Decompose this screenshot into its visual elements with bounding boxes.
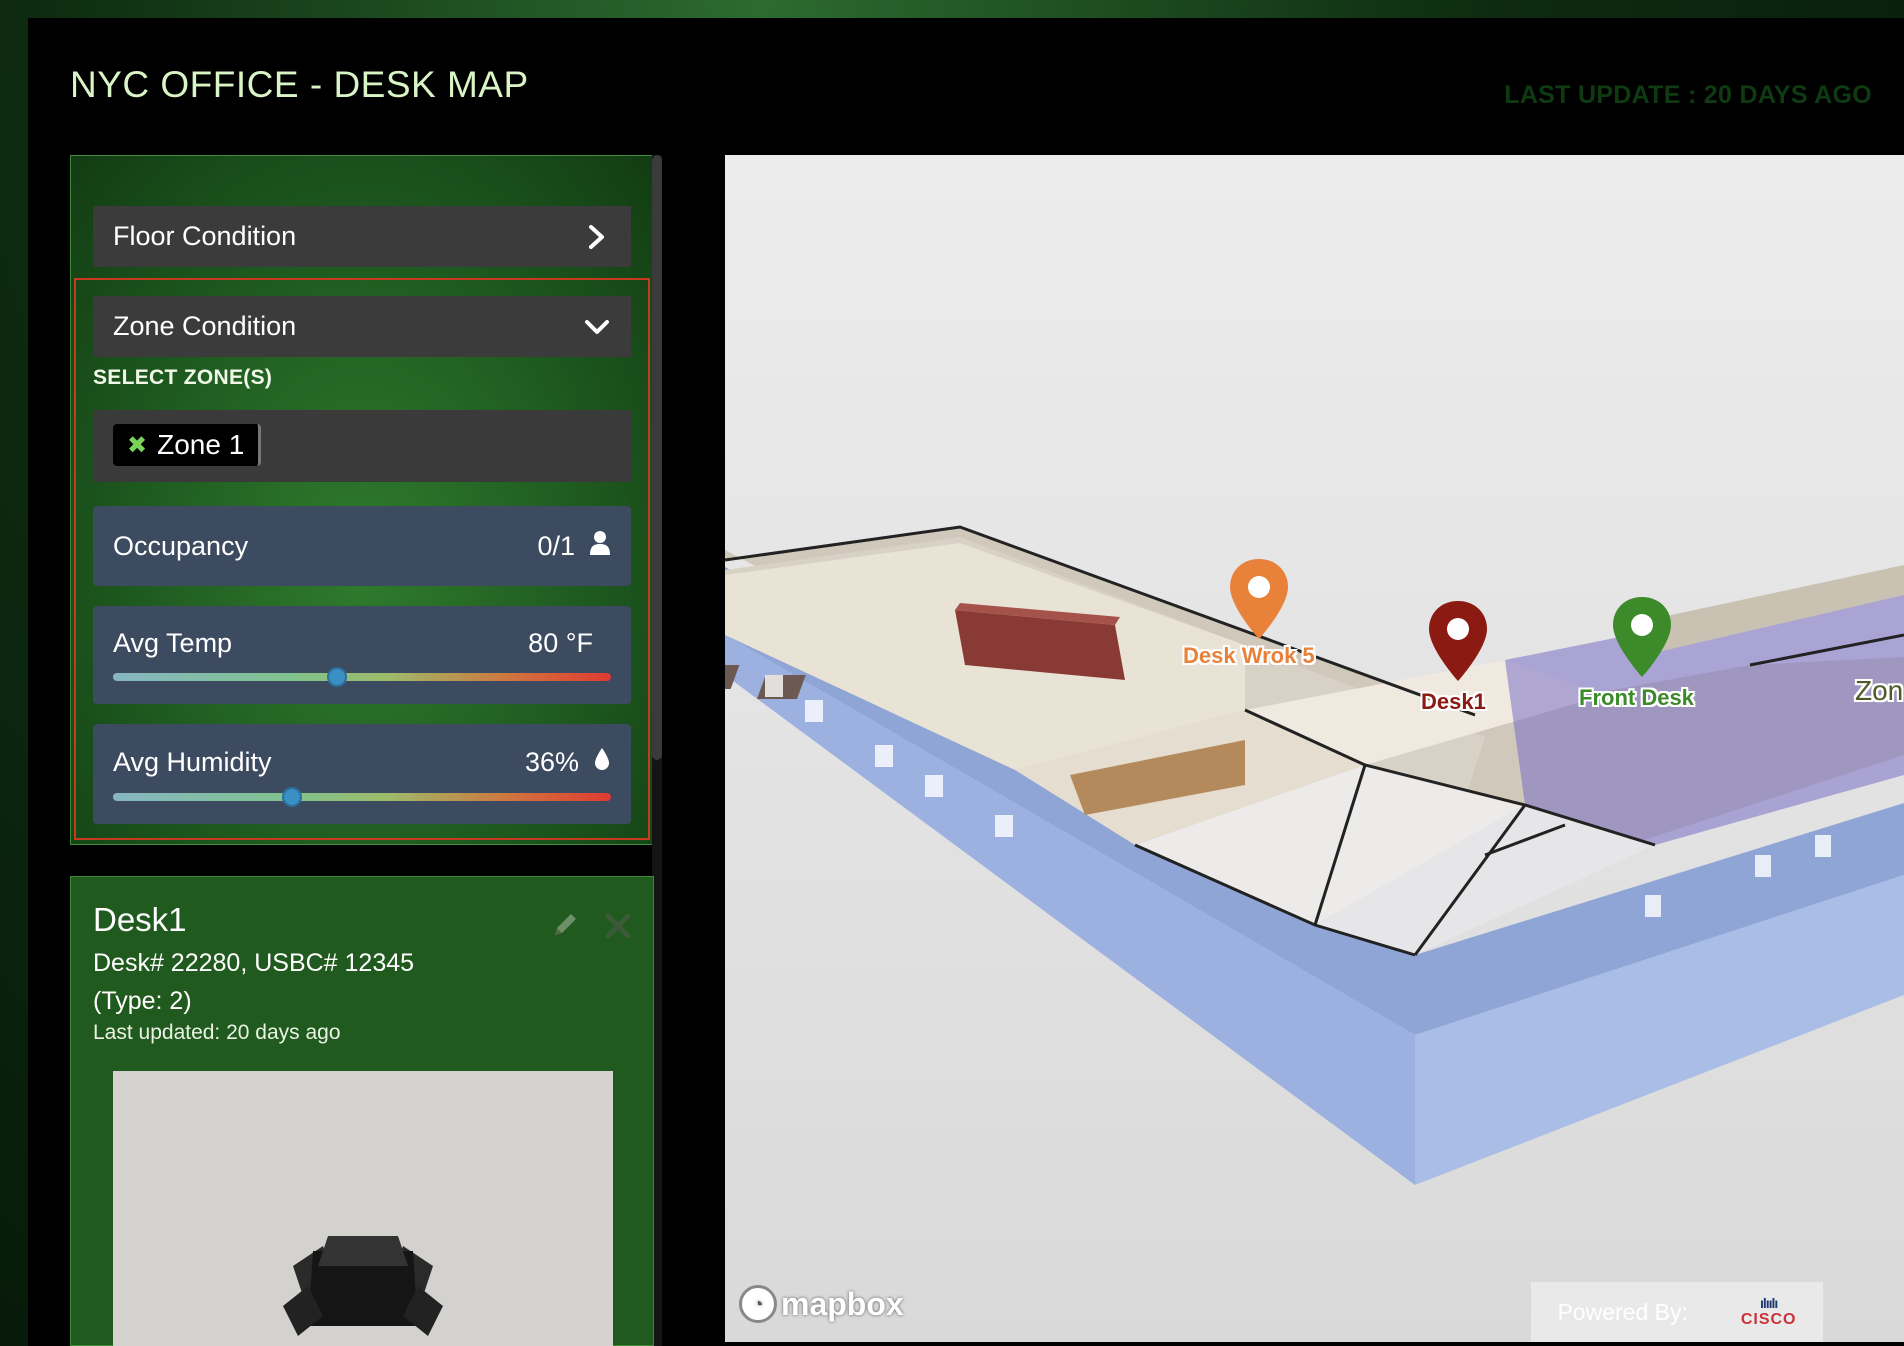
pin-label-desk1: Desk1 bbox=[1421, 689, 1486, 714]
pin-front-desk[interactable] bbox=[1607, 593, 1677, 683]
powered-by-badge: Powered By: ılıılı CISCO bbox=[1531, 1282, 1823, 1342]
last-update-label: LAST UPDATE : 20 DAYS AGO bbox=[1504, 81, 1872, 109]
cisco-bars-icon: ılıılı bbox=[1759, 1295, 1778, 1311]
mapbox-attribution[interactable]: ◔ mapbox bbox=[739, 1285, 904, 1323]
zone-condition-accordion[interactable]: Zone Condition bbox=[93, 296, 631, 357]
floor-map[interactable]: Desk Wrok 5 Desk1 Front Desk Zon ◔ mapbo… bbox=[725, 155, 1904, 1342]
zone-condition-label: Zone Condition bbox=[113, 311, 297, 341]
conditions-panel: Floor Condition Zone Condition SELECT ZO… bbox=[70, 155, 654, 845]
close-icon[interactable] bbox=[603, 911, 633, 941]
avg-temp-value: 80 °F bbox=[528, 628, 593, 658]
avg-temp-label: Avg Temp bbox=[113, 628, 233, 658]
pin-desk-wrok-5[interactable] bbox=[1224, 555, 1294, 645]
chevron-down-icon bbox=[583, 313, 611, 341]
avg-humidity-value: 36% bbox=[524, 747, 579, 777]
zone-select-input[interactable]: ✖ Zone 1 bbox=[93, 410, 631, 482]
pin-desk1[interactable] bbox=[1423, 597, 1493, 687]
page-title: NYC OFFICE - DESK MAP bbox=[70, 64, 529, 105]
pin-label-front-desk: Front Desk bbox=[1579, 685, 1694, 710]
zone-chip-label: Zone 1 bbox=[157, 429, 245, 460]
floor-condition-accordion[interactable]: Floor Condition bbox=[93, 206, 631, 267]
pencil-icon[interactable] bbox=[551, 909, 581, 939]
desk-type: (Type: 2) bbox=[93, 987, 192, 1015]
floor-plan-3d bbox=[725, 525, 1904, 1185]
person-icon bbox=[589, 530, 611, 563]
avg-temp-slider[interactable] bbox=[113, 667, 611, 687]
sidebar-scrollbar-thumb[interactable] bbox=[652, 155, 662, 760]
chevron-right-icon bbox=[583, 223, 611, 251]
zone-chip[interactable]: ✖ Zone 1 bbox=[113, 424, 262, 466]
desk-detail-card: Desk1 Desk# 22280, USBC# 12345 (Type: 2)… bbox=[70, 876, 654, 1346]
desk-title: Desk1 bbox=[93, 901, 187, 938]
mapbox-logo-icon: ◔ bbox=[739, 1285, 777, 1323]
occupancy-label: Occupancy bbox=[113, 530, 249, 561]
avg-humidity-card: Avg Humidity 36% bbox=[93, 724, 631, 824]
occupancy-card: Occupancy 0/1 bbox=[93, 506, 631, 586]
avg-humidity-slider[interactable] bbox=[113, 787, 611, 807]
avg-humidity-label: Avg Humidity bbox=[113, 747, 272, 777]
desk-photo bbox=[113, 1071, 613, 1346]
droplet-icon bbox=[593, 746, 611, 779]
cisco-logo: ılıılı CISCO bbox=[1740, 1295, 1797, 1328]
remove-chip-icon[interactable]: ✖ bbox=[127, 431, 147, 460]
avg-humidity-slider-knob[interactable] bbox=[282, 787, 303, 807]
desk-last-updated: Last updated: 20 days ago bbox=[93, 1021, 341, 1044]
zone-label: Zon bbox=[1855, 675, 1904, 706]
powered-by-text: Powered By: bbox=[1557, 1298, 1688, 1325]
occupancy-value: 0/1 bbox=[537, 530, 575, 561]
floor-condition-label: Floor Condition bbox=[113, 221, 297, 251]
pin-label-desk-wrok-5: Desk Wrok 5 bbox=[1183, 643, 1315, 668]
avg-temp-slider-knob[interactable] bbox=[327, 667, 348, 687]
avg-temp-card: Avg Temp 80 °F bbox=[93, 606, 631, 704]
select-zones-label: SELECT ZONE(S) bbox=[93, 366, 273, 389]
desk-identifiers: Desk# 22280, USBC# 12345 bbox=[93, 949, 415, 977]
